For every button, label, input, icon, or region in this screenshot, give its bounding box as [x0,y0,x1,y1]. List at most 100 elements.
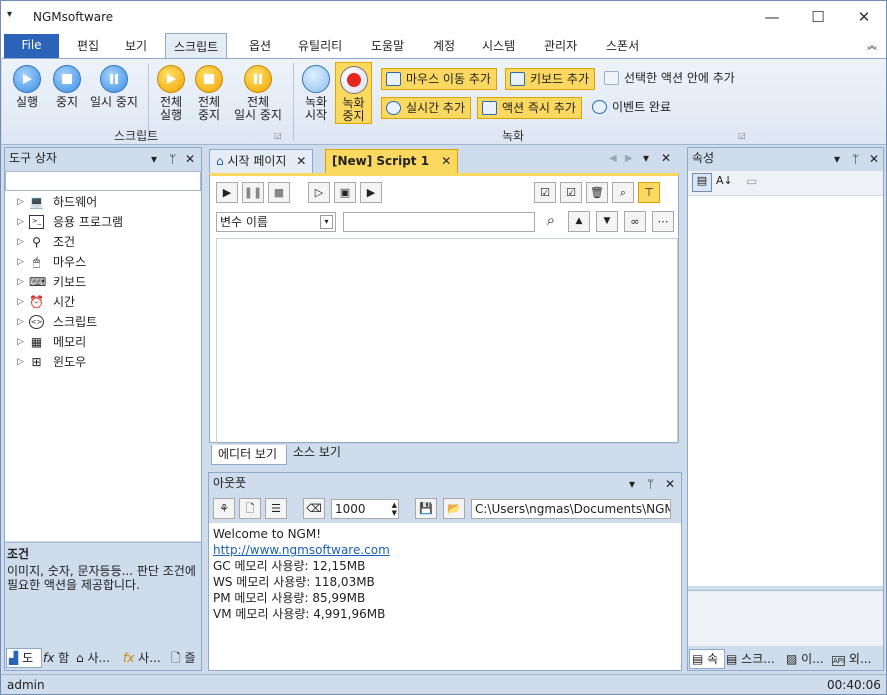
tab-new-script[interactable]: [New] Script 1 ✕ [325,149,459,173]
dropdown-icon[interactable]: ▾ [834,149,840,169]
folder-icon[interactable]: 📂 [443,498,465,519]
minimize-button[interactable]: — [749,4,795,30]
tab-utility[interactable]: 유틸리티 [298,37,342,54]
close-tab-icon[interactable]: ✕ [441,154,451,168]
search-icon[interactable]: ⌕ [540,211,562,232]
move-up-button[interactable]: ▲ [568,211,590,232]
tab-images[interactable]: ▨ 이... [786,650,830,670]
property-grid[interactable] [688,196,883,586]
tab-view[interactable]: 보기 [125,37,147,54]
pin-icon[interactable]: ᛘ [647,474,654,494]
play-outline-button[interactable]: ▷ [308,182,330,203]
add-realtime-button[interactable]: 실시간 추가 [381,97,472,119]
expand-icon[interactable]: ▷ [17,293,24,311]
close-button[interactable]: ✕ [841,4,887,30]
property-pages-icon[interactable]: ▭ [746,174,757,188]
tab-properties[interactable]: ▤ 속 [689,649,725,669]
expand-icon[interactable]: ▷ [17,353,24,371]
dropdown-icon[interactable]: ▾ [629,474,635,494]
expand-icon[interactable]: ▷ [17,213,24,231]
stop-button-small[interactable]: ■ [268,182,290,203]
variable-select[interactable]: 변수 이름 ▾ [216,212,336,232]
close-document-icon[interactable]: ✕ [661,151,671,165]
tab-options[interactable]: 옵션 [249,37,271,54]
website-link[interactable]: http://www.ngmsoftware.com [213,542,677,558]
toolbox-search-input[interactable] [5,171,201,191]
tab-source-view[interactable]: 소스 보기 [289,443,351,463]
close-icon[interactable]: ✕ [185,149,195,169]
tab-toolbox[interactable]: ▟ 도 [6,648,42,668]
add-keyboard-button[interactable]: 키보드 추가 [505,68,596,90]
tab-admin[interactable]: 관리자 [544,37,577,54]
collapse-ribbon-icon[interactable]: ︽ [867,37,877,52]
scroll-tabs-right-icon[interactable]: ▶ [625,153,633,164]
add-action-now-button[interactable]: 액션 즉시 추가 [477,97,582,119]
add-in-selected-action-button[interactable]: 선택한 액션 안에 추가 [600,68,740,90]
scroll-tabs-left-icon[interactable]: ◀ [609,153,617,164]
more-options-icon[interactable]: ⋯ [652,211,674,232]
expand-icon[interactable]: ▷ [17,313,24,331]
run-all-button[interactable]: 전체 실행 [154,65,188,122]
pin-icon[interactable]: ᛘ [169,149,176,169]
action-list[interactable] [216,238,678,444]
pause-button[interactable]: 일시 중지 [88,65,140,109]
line-count-input[interactable]: 1000 ▲ ▼ [331,499,399,519]
tab-user[interactable]: ⌂ 사... [76,649,122,669]
pin-icon[interactable]: ᛘ [852,149,859,169]
dropdown-icon[interactable]: ▾ [151,149,157,169]
tab-user-functions[interactable]: fx 사... [123,649,169,669]
record-stop-button[interactable]: 녹화 중지 [335,62,372,124]
categorized-icon[interactable]: ▤ [692,173,712,192]
move-down-button[interactable]: ▼ [596,211,618,232]
tab-external-api[interactable]: API 외... [832,650,882,670]
tab-help[interactable]: 도움말 [371,37,404,54]
run-button[interactable]: 실행 [10,65,44,109]
stop-button[interactable]: 중지 [50,65,84,109]
close-tab-icon[interactable]: ✕ [296,154,306,168]
output-path-input[interactable]: C:\Users\ngmas\Documents\NGM6\ [471,499,671,519]
play-button[interactable]: ▶ [216,182,238,203]
play-frame-button[interactable]: ▶ [360,182,382,203]
file-settings-icon[interactable]: 🗋 [239,498,261,519]
maximize-button[interactable]: ☐ [795,4,841,30]
tab-list-icon[interactable]: ▾ [643,151,649,165]
dialog-launcher-icon[interactable]: ◲ [274,131,282,140]
expand-icon[interactable]: ▷ [17,253,24,271]
dialog-launcher-icon[interactable]: ◲ [738,131,746,140]
tab-system[interactable]: 시스템 [482,37,515,54]
delete-button[interactable]: 🗑 [586,182,608,203]
tab-account[interactable]: 계정 [433,37,455,54]
save-icon[interactable]: 💾 [415,498,437,519]
spin-icon[interactable]: ▲ ▼ [392,501,397,517]
close-icon[interactable]: ✕ [665,474,675,494]
tab-edit[interactable]: 편집 [77,37,99,54]
broom-icon[interactable]: ⚘ [213,498,235,519]
pause-all-button[interactable]: 전체 일시 중지 [230,65,286,122]
variable-value-input[interactable] [343,212,535,232]
stop-all-button[interactable]: 전체 중지 [192,65,226,122]
tree-view-button[interactable]: ⊤ [638,182,660,203]
close-icon[interactable]: ✕ [869,149,879,169]
add-mouse-move-button[interactable]: 마우스 이동 추가 [381,68,497,90]
check-all-button[interactable]: ☑ [534,182,556,203]
tab-script[interactable]: 스크립트 [165,33,228,60]
list-icon[interactable]: ☰ [265,498,287,519]
tab-functions[interactable]: fx 함 [43,649,75,669]
expand-icon[interactable]: ▷ [17,273,24,291]
chevron-down-icon[interactable]: ▾ [320,215,333,229]
loop-icon[interactable]: ∞ [624,211,646,232]
record-start-button[interactable]: 녹화 시작 [299,65,333,122]
tab-favorites[interactable]: 🗋 즐 [171,649,201,669]
eraser-icon[interactable]: ⌫ [303,498,325,519]
tab-start-page[interactable]: ⌂ 시작 페이지 ✕ [209,149,314,173]
expand-icon[interactable]: ▷ [17,193,24,211]
tab-script-explorer[interactable]: ▤ 스크... [726,650,784,670]
pause-button-small[interactable]: ❚❚ [242,182,264,203]
tab-sponsor[interactable]: 스폰서 [606,37,639,54]
expand-icon[interactable]: ▷ [17,233,24,251]
check-button[interactable]: ☑ [560,182,582,203]
tab-editor-view[interactable]: 에디터 보기 [211,445,287,465]
quick-access-menu-icon[interactable]: ▾ [7,9,12,20]
expand-icon[interactable]: ▷ [17,333,24,351]
file-menu-button[interactable]: File [4,34,59,58]
